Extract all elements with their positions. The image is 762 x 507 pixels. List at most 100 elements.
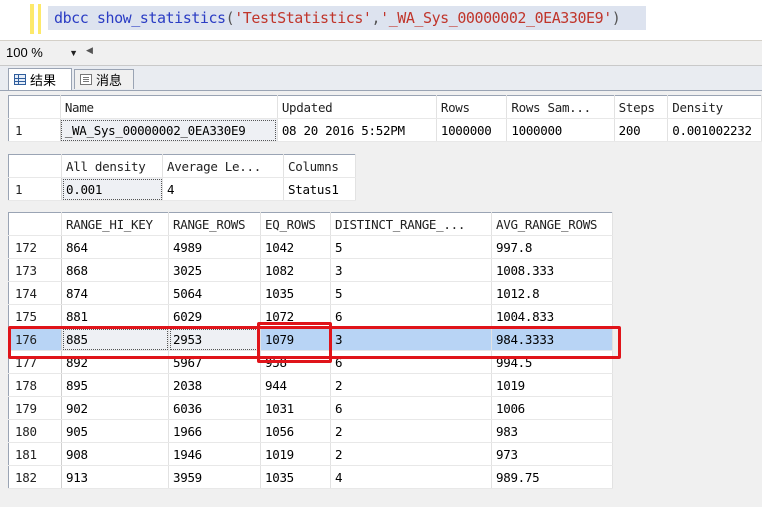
grid-cell[interactable]: 1946 [168, 442, 261, 466]
tab-messages[interactable]: 消息 [74, 69, 134, 89]
column-header[interactable]: RANGE_HI_KEY [61, 212, 169, 236]
grid-cell[interactable]: 08 20 2016 5:52PM [277, 118, 437, 142]
row-number[interactable]: 174 [8, 281, 62, 305]
table-row[interactable]: 177 892 5967 958 6 994.5 [8, 350, 613, 374]
query-editor[interactable]: dbcc show_statistics('TestStatistics','_… [0, 0, 762, 41]
grid-cell[interactable]: 1079 [260, 327, 331, 351]
table-row[interactable]: 182 913 3959 1035 4 989.75 [8, 465, 613, 489]
grid-cell[interactable]: 973 [491, 442, 613, 466]
column-header[interactable]: Updated [277, 95, 437, 119]
column-header[interactable]: Average Le... [162, 154, 284, 178]
row-number[interactable]: 1 [8, 118, 61, 142]
row-number[interactable]: 172 [8, 235, 62, 259]
grid-cell[interactable]: 1008.333 [491, 258, 613, 282]
grid-cell[interactable]: 3959 [168, 465, 261, 489]
column-header[interactable]: All density [61, 154, 163, 178]
grid-cell[interactable]: 1006 [491, 396, 613, 420]
grid-cell[interactable]: 1019 [491, 373, 613, 397]
column-header[interactable]: DISTINCT_RANGE_... [330, 212, 492, 236]
grid-cell[interactable]: 2 [330, 419, 492, 443]
table-row[interactable]: 178 895 2038 944 2 1019 [8, 373, 613, 397]
row-number[interactable]: 179 [8, 396, 62, 420]
table-row[interactable]: 173 868 3025 1082 3 1008.333 [8, 258, 613, 282]
grid-cell[interactable]: 905 [61, 419, 169, 443]
grid-cell[interactable]: 1035 [260, 465, 331, 489]
grid-cell[interactable]: 6 [330, 350, 492, 374]
grid-cell[interactable]: 3 [330, 327, 492, 351]
table-row[interactable]: 1 0.001 4 Status1 [8, 177, 356, 201]
grid-cell[interactable]: 5 [330, 281, 492, 305]
row-number[interactable]: 176 [8, 327, 62, 351]
row-number[interactable]: 178 [8, 373, 62, 397]
row-number[interactable]: 175 [8, 304, 62, 328]
density-vector-grid[interactable]: All density Average Le... Columns 1 0.00… [8, 154, 356, 201]
grid-cell[interactable]: 2 [330, 442, 492, 466]
table-row[interactable]: 181 908 1946 1019 2 973 [8, 442, 613, 466]
grid-cell[interactable]: 1000000 [506, 118, 615, 142]
column-header[interactable]: Rows Sam... [506, 95, 615, 119]
grid-cell[interactable]: 994.5 [491, 350, 613, 374]
histogram-grid[interactable]: RANGE_HI_KEY RANGE_ROWS EQ_ROWS DISTINCT… [8, 212, 613, 489]
column-header[interactable]: Columns [283, 154, 356, 178]
grid-cell[interactable]: 984.3333 [491, 327, 613, 351]
column-header[interactable]: RANGE_ROWS [168, 212, 261, 236]
column-header[interactable]: Steps [614, 95, 669, 119]
grid-cell[interactable]: 2038 [168, 373, 261, 397]
row-number[interactable]: 180 [8, 419, 62, 443]
grid-cell[interactable]: 1019 [260, 442, 331, 466]
grid-cell[interactable]: 913 [61, 465, 169, 489]
row-number[interactable]: 1 [8, 177, 62, 201]
grid-cell[interactable]: 1000000 [436, 118, 508, 142]
grid-cell[interactable]: 200 [614, 118, 669, 142]
grid-cell[interactable]: 892 [61, 350, 169, 374]
row-number[interactable]: 177 [8, 350, 62, 374]
grid-cell[interactable]: 885 [61, 327, 169, 351]
grid-cell[interactable]: 6036 [168, 396, 261, 420]
grid-cell[interactable]: 6 [330, 304, 492, 328]
grid-cell[interactable]: 4 [162, 177, 284, 201]
grid-cell[interactable]: 1042 [260, 235, 331, 259]
grid-cell[interactable]: 908 [61, 442, 169, 466]
grid-cell[interactable]: 1966 [168, 419, 261, 443]
grid-cell[interactable]: 868 [61, 258, 169, 282]
scroll-left-icon[interactable]: ◀ [86, 45, 93, 56]
grid-cell[interactable]: Status1 [283, 177, 356, 201]
query-text[interactable]: dbcc show_statistics('TestStatistics','_… [54, 9, 621, 27]
row-number[interactable]: 173 [8, 258, 62, 282]
grid-cell[interactable]: _WA_Sys_00000002_0EA330E9 [60, 118, 278, 142]
grid-cell[interactable]: 874 [61, 281, 169, 305]
table-row[interactable]: 174 874 5064 1035 5 1012.8 [8, 281, 613, 305]
grid-cell[interactable]: 902 [61, 396, 169, 420]
grid-cell[interactable]: 983 [491, 419, 613, 443]
grid-cell[interactable]: 997.8 [491, 235, 613, 259]
grid-cell[interactable]: 5 [330, 235, 492, 259]
table-row[interactable]: 172 864 4989 1042 5 997.8 [8, 235, 613, 259]
column-header[interactable]: Rows [436, 95, 508, 119]
grid-cell[interactable]: 1072 [260, 304, 331, 328]
table-row[interactable]: 175 881 6029 1072 6 1004.833 [8, 304, 613, 328]
row-number[interactable]: 182 [8, 465, 62, 489]
grid-cell[interactable]: 0.001002232 [667, 118, 762, 142]
grid-cell[interactable]: 1012.8 [491, 281, 613, 305]
grid-cell[interactable]: 5064 [168, 281, 261, 305]
grid-cell[interactable]: 1004.833 [491, 304, 613, 328]
grid-cell[interactable]: 958 [260, 350, 331, 374]
grid-cell[interactable]: 5967 [168, 350, 261, 374]
table-row[interactable]: 1 _WA_Sys_00000002_0EA330E9 08 20 2016 5… [8, 118, 762, 142]
grid-cell[interactable]: 881 [61, 304, 169, 328]
grid-cell[interactable]: 4 [330, 465, 492, 489]
grid-cell[interactable]: 2953 [168, 327, 261, 351]
grid-cell[interactable]: 864 [61, 235, 169, 259]
stats-header-grid[interactable]: Name Updated Rows Rows Sam... Steps Dens… [8, 95, 762, 142]
grid-cell[interactable]: 0.001 [61, 177, 163, 201]
table-row[interactable]: 180 905 1966 1056 2 983 [8, 419, 613, 443]
grid-cell[interactable]: 6 [330, 396, 492, 420]
column-header[interactable]: EQ_ROWS [260, 212, 331, 236]
grid-corner[interactable] [8, 154, 62, 178]
table-row[interactable]: 176 885 2953 1079 3 984.3333 [8, 327, 613, 351]
grid-cell[interactable]: 3 [330, 258, 492, 282]
grid-cell[interactable]: 4989 [168, 235, 261, 259]
tab-results[interactable]: 结果 [8, 68, 72, 90]
grid-corner[interactable] [8, 95, 61, 119]
row-number[interactable]: 181 [8, 442, 62, 466]
